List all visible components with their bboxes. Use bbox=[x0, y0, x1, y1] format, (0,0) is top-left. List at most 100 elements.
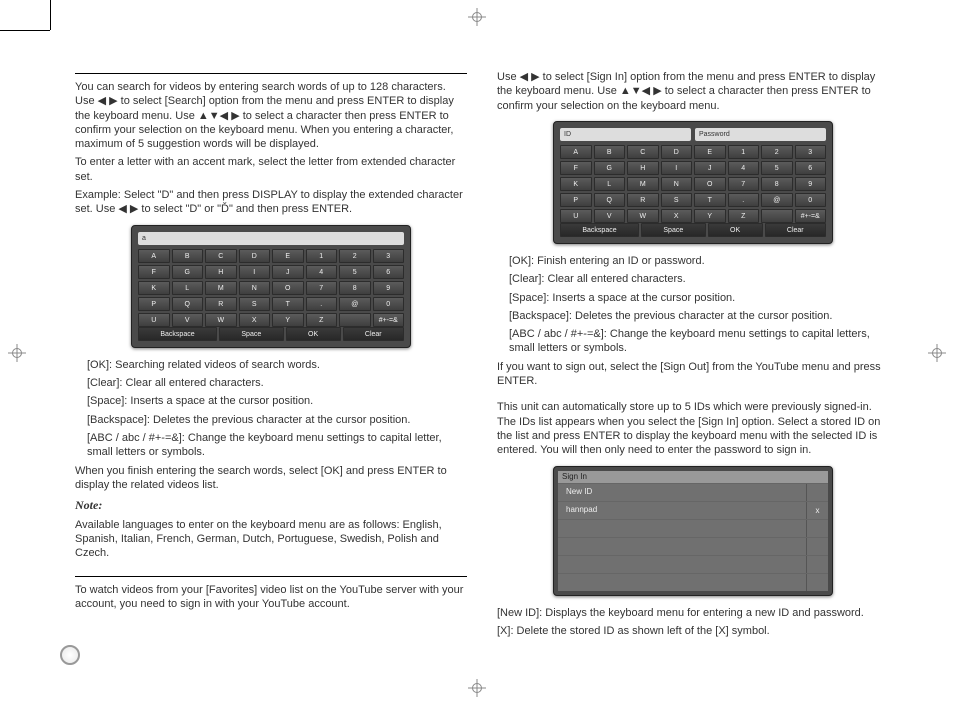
page-number-circle bbox=[60, 645, 80, 665]
body-text: This unit can automatically store up to … bbox=[497, 400, 889, 457]
keyboard-key: N bbox=[661, 177, 693, 191]
definition-item: [Backspace]: Deletes the previous charac… bbox=[509, 309, 889, 323]
keyboard-row: PQRST.@0 bbox=[138, 297, 404, 311]
keyboard-key: U bbox=[138, 313, 170, 327]
signin-list-figure: Sign In New ID hannpad x bbox=[553, 466, 833, 596]
keyboard-key: Q bbox=[594, 193, 626, 207]
note-label: Note: bbox=[75, 498, 467, 514]
keyboard-key bbox=[761, 209, 793, 223]
keyboard-key: 9 bbox=[795, 177, 827, 191]
right-column: Use ◀ ▶ to select [Sign In] option from … bbox=[497, 70, 889, 643]
keyboard-key: G bbox=[172, 265, 204, 279]
note-text: Available languages to enter on the keyb… bbox=[75, 518, 467, 561]
keyboard-key: I bbox=[661, 161, 693, 175]
keyboard-key bbox=[339, 313, 371, 327]
keyboard-key: 7 bbox=[306, 281, 338, 295]
keyboard-key: T bbox=[694, 193, 726, 207]
body-text: [X]: Delete the stored ID as shown left … bbox=[497, 624, 889, 638]
keyboard-action-key: Clear bbox=[765, 223, 827, 237]
keyboard-key: . bbox=[306, 297, 338, 311]
definition-item: [Backspace]: Deletes the previous charac… bbox=[87, 413, 467, 427]
keyboard-key: Q bbox=[172, 297, 204, 311]
keyboard-key: D bbox=[661, 145, 693, 159]
keyboard-key: N bbox=[239, 281, 271, 295]
keyboard-row: UVWXYZ#+-=& bbox=[560, 209, 826, 223]
keyboard-action-row: BackspaceSpaceOKClear bbox=[138, 327, 404, 341]
keyboard-key: X bbox=[661, 209, 693, 223]
keyboard-key: 7 bbox=[728, 177, 760, 191]
keyboard-row: ABCDE123 bbox=[560, 145, 826, 159]
definition-item: [ABC / abc / #+-=&]: Change the keyboard… bbox=[509, 327, 889, 356]
keyboard-key: M bbox=[627, 177, 659, 191]
keyboard-key: P bbox=[560, 193, 592, 207]
signin-list-item: New ID bbox=[558, 484, 806, 501]
keyboard-key: V bbox=[594, 209, 626, 223]
keyboard-input-field: a bbox=[138, 232, 404, 245]
onscreen-keyboard-figure: a ABCDE123FGHIJ456KLMNO789PQRST.@0UVWXYZ… bbox=[131, 225, 411, 348]
keyboard-action-key: Space bbox=[219, 327, 284, 341]
keyboard-action-row: BackspaceSpaceOKClear bbox=[560, 223, 826, 237]
key-definitions: [OK]: Searching related videos of search… bbox=[75, 358, 467, 460]
signin-title: Sign In bbox=[558, 471, 828, 483]
keyboard-key: G bbox=[594, 161, 626, 175]
signin-list-item bbox=[558, 556, 806, 573]
signin-list-item bbox=[558, 574, 806, 591]
keyboard-key: 3 bbox=[373, 249, 405, 263]
definition-item: [Clear]: Clear all entered characters. bbox=[87, 376, 467, 390]
keyboard-key: H bbox=[627, 161, 659, 175]
keyboard-key: A bbox=[560, 145, 592, 159]
body-text: Use ◀ ▶ to select [Sign In] option from … bbox=[497, 70, 889, 113]
keyboard-key: 4 bbox=[728, 161, 760, 175]
keyboard-key: @ bbox=[339, 297, 371, 311]
delete-id-icon bbox=[806, 520, 828, 537]
keyboard-key: V bbox=[172, 313, 204, 327]
keyboard-key: #+-=& bbox=[795, 209, 827, 223]
signin-list-item bbox=[558, 538, 806, 555]
keyboard-key: W bbox=[627, 209, 659, 223]
keyboard-key: F bbox=[560, 161, 592, 175]
keyboard-id-field: ID bbox=[560, 128, 691, 141]
keyboard-key: 4 bbox=[306, 265, 338, 279]
keyboard-key: C bbox=[205, 249, 237, 263]
onscreen-keyboard-signin-figure: ID Password ABCDE123FGHIJ456KLMNO789PQRS… bbox=[553, 121, 833, 244]
delete-id-icon bbox=[806, 574, 828, 591]
keyboard-key: L bbox=[172, 281, 204, 295]
keyboard-key: 9 bbox=[373, 281, 405, 295]
keyboard-key: K bbox=[138, 281, 170, 295]
keyboard-key: B bbox=[172, 249, 204, 263]
delete-id-icon bbox=[806, 538, 828, 555]
keyboard-key: 2 bbox=[761, 145, 793, 159]
keyboard-key: D bbox=[239, 249, 271, 263]
crop-mark bbox=[0, 30, 50, 31]
keyboard-key: @ bbox=[761, 193, 793, 207]
keyboard-key: 6 bbox=[795, 161, 827, 175]
keyboard-key: 8 bbox=[761, 177, 793, 191]
body-text: [New ID]: Displays the keyboard menu for… bbox=[497, 606, 889, 620]
keyboard-action-key: Backspace bbox=[560, 223, 639, 237]
keyboard-key: O bbox=[694, 177, 726, 191]
keyboard-action-key: Space bbox=[641, 223, 706, 237]
keyboard-row: UVWXYZ#+-=& bbox=[138, 313, 404, 327]
keyboard-key: 6 bbox=[373, 265, 405, 279]
keyboard-rows: ABCDE123FGHIJ456KLMNO789PQRST.@0UVWXYZ#+… bbox=[138, 249, 404, 327]
key-definitions: [OK]: Finish entering an ID or password.… bbox=[497, 254, 889, 356]
keyboard-rows: ABCDE123FGHIJ456KLMNO789PQRST.@0UVWXYZ#+… bbox=[560, 145, 826, 223]
body-text: You can search for videos by entering se… bbox=[75, 80, 467, 151]
left-column: You can search for videos by entering se… bbox=[75, 70, 467, 643]
keyboard-key: T bbox=[272, 297, 304, 311]
keyboard-key: H bbox=[205, 265, 237, 279]
keyboard-key: L bbox=[594, 177, 626, 191]
keyboard-key: 1 bbox=[306, 249, 338, 263]
body-text: When you finish entering the search word… bbox=[75, 464, 467, 493]
body-text: To watch videos from your [Favorites] vi… bbox=[75, 583, 467, 612]
keyboard-row: KLMNO789 bbox=[138, 281, 404, 295]
registration-mark bbox=[468, 8, 486, 26]
definition-item: [Space]: Inserts a space at the cursor p… bbox=[509, 291, 889, 305]
keyboard-key: B bbox=[594, 145, 626, 159]
crop-mark bbox=[50, 0, 51, 30]
keyboard-key: F bbox=[138, 265, 170, 279]
keyboard-key: I bbox=[239, 265, 271, 279]
keyboard-key: . bbox=[728, 193, 760, 207]
keyboard-key: R bbox=[205, 297, 237, 311]
keyboard-action-key: Backspace bbox=[138, 327, 217, 341]
